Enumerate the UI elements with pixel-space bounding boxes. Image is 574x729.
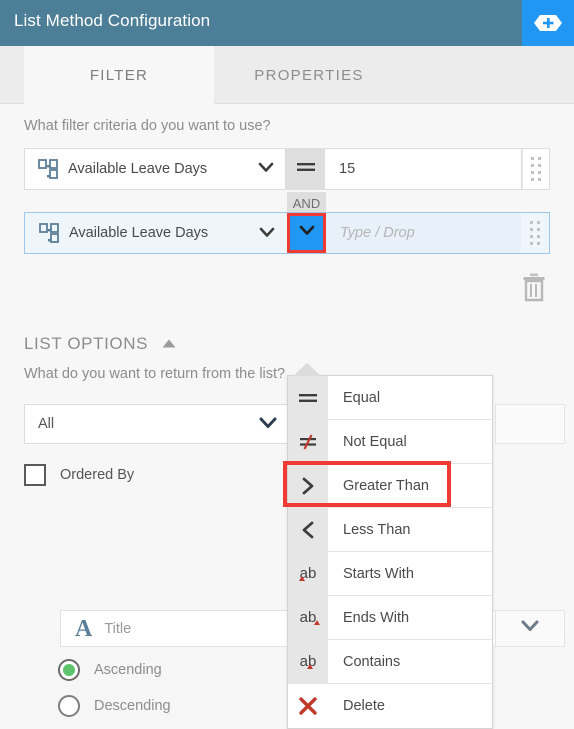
list-options-header[interactable]: LIST OPTIONS [24,334,176,354]
less-than-icon [288,508,328,551]
chevron-down-icon [258,226,276,244]
chevron-down-icon [257,161,275,179]
menu-item-label: Not Equal [343,433,407,450]
window-titlebar: List Method Configuration [0,0,574,46]
filter-operator-button[interactable] [286,148,325,190]
menu-item-contains[interactable]: ab Contains [288,640,492,684]
ordered-by-checkbox[interactable] [24,464,46,486]
filter-value-placeholder: Type / Drop [340,225,415,241]
menu-item-starts-with[interactable]: ab Starts With [288,552,492,596]
menu-item-ends-with[interactable]: ab Ends With [288,596,492,640]
filter-question: What filter criteria do you want to use? [24,118,271,134]
drag-handle-icon[interactable] [521,213,549,253]
radio-selected-icon[interactable] [58,659,80,681]
equal-icon [288,376,328,419]
list-options-title: LIST OPTIONS [24,334,149,353]
not-equal-icon [288,420,328,463]
operator-dropdown-menu: Equal Not Equal Greater Than Less Than a… [287,375,493,729]
sort-descending-label: Descending [94,698,171,714]
drag-handle-icon[interactable] [522,148,550,190]
filter-value-input[interactable]: 15 [325,148,522,190]
filter-field-label: Available Leave Days [68,161,208,177]
starts-with-icon: ab [288,552,328,595]
tab-filter-label: FILTER [89,66,149,84]
triangle-up-icon [162,335,176,353]
filter-value-input[interactable]: Type / Drop [326,213,521,253]
menu-item-delete[interactable]: Delete [288,684,492,728]
menu-item-not-equal[interactable]: Not Equal [288,420,492,464]
tab-strip: FILTER PROPERTIES [0,46,574,104]
order-field-placeholder: Title [104,620,132,637]
delete-x-icon [288,684,328,728]
filter-field-label: Available Leave Days [69,225,209,241]
menu-item-equal[interactable]: Equal [288,376,492,420]
filter-row: Available Leave Days 15 [24,148,550,190]
chevron-down-icon [520,619,540,638]
list-options-question: What do you want to return from the list… [24,366,286,382]
order-field-dropdown-button[interactable] [495,610,565,647]
menu-item-label: Equal [343,389,381,406]
add-button[interactable] [522,0,574,46]
filter-row-selected: Available Leave Days Type / Drop [24,212,550,254]
menu-item-label: Contains [343,653,401,670]
number-field-icon [37,158,59,180]
menu-item-label: Ends With [343,609,410,626]
tab-properties[interactable]: PROPERTIES [214,46,404,104]
filter-value-text: 15 [339,161,356,177]
menu-item-less-than[interactable]: Less Than [288,508,492,552]
page-title: List Method Configuration [14,11,211,30]
return-select[interactable]: All [24,404,290,444]
chevron-down-icon [258,416,278,435]
menu-item-greater-than[interactable]: Greater Than [288,464,492,508]
filter-field-select[interactable]: Available Leave Days [25,213,287,253]
trash-icon[interactable] [520,272,548,307]
filter-conjunction-label: AND [287,192,326,214]
sort-descending-option[interactable]: Descending [58,695,171,717]
dropdown-caret-icon [293,363,321,376]
greater-than-icon [288,464,328,507]
ends-with-icon: ab [288,596,328,639]
radio-unselected-icon[interactable] [58,695,80,717]
menu-item-label: Greater Than [343,477,429,494]
menu-item-label: Delete [343,698,385,714]
sort-ascending-option[interactable]: Ascending [58,659,162,681]
tab-properties-label: PROPERTIES [254,66,364,84]
plus-icon [534,15,562,31]
number-field-icon [38,222,60,244]
text-field-A-icon: A [75,615,93,642]
return-select-value: All [38,416,55,432]
contains-icon: ab [288,640,328,683]
filter-field-select[interactable]: Available Leave Days [24,148,286,190]
menu-item-label: Starts With [343,565,414,582]
tab-filter[interactable]: FILTER [24,46,214,104]
equal-icon [295,160,317,179]
content-area: What filter criteria do you want to use?… [0,104,574,729]
filter-operator-button-active[interactable] [287,213,326,253]
ordered-by-label: Ordered By [60,467,135,483]
return-select-trailing-box [495,404,565,444]
menu-item-label: Less Than [343,521,411,538]
sort-ascending-label: Ascending [94,662,162,678]
ordered-by-checkbox-row[interactable]: Ordered By [24,464,134,486]
chevron-down-icon [298,224,316,242]
